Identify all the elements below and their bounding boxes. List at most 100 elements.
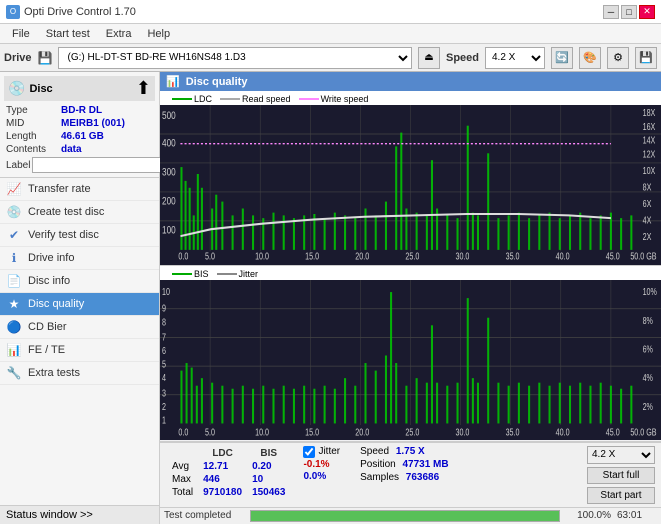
svg-text:30.0: 30.0 bbox=[455, 251, 469, 262]
svg-text:12X: 12X bbox=[643, 149, 656, 160]
sidebar-item-cd-bier[interactable]: 🔵 CD Bier bbox=[0, 316, 159, 339]
maximize-button[interactable]: □ bbox=[621, 5, 637, 19]
drive-icon: 💾 bbox=[38, 51, 53, 65]
svg-text:100: 100 bbox=[162, 225, 176, 237]
sidebar-item-label: Disc quality bbox=[28, 298, 84, 310]
chart-header-icon: 📊 bbox=[166, 75, 180, 88]
svg-text:40.0: 40.0 bbox=[556, 427, 570, 439]
menu-extra[interactable]: Extra bbox=[98, 27, 140, 41]
sidebar-item-label: FE / TE bbox=[28, 344, 65, 356]
samples-val: 763686 bbox=[406, 472, 439, 483]
sidebar-item-drive-info[interactable]: ℹ Drive info bbox=[0, 247, 159, 270]
svg-text:300: 300 bbox=[162, 167, 176, 179]
chart-header: 📊 Disc quality bbox=[160, 72, 661, 91]
svg-text:25.0: 25.0 bbox=[405, 427, 419, 439]
progress-percent: 100.0% bbox=[566, 510, 611, 521]
legend-ldc-label: LDC bbox=[194, 94, 212, 104]
row-label-max: Max bbox=[168, 474, 197, 485]
sidebar-item-label: Drive info bbox=[28, 252, 74, 264]
close-button[interactable]: ✕ bbox=[639, 5, 655, 19]
speed-select[interactable]: 4.2 X bbox=[485, 47, 545, 69]
status-window-button[interactable]: Status window >> bbox=[0, 505, 159, 524]
color-button[interactable]: 🎨 bbox=[579, 47, 601, 69]
legend-jitter: Jitter bbox=[217, 269, 259, 279]
svg-text:400: 400 bbox=[162, 138, 176, 150]
create-test-disc-icon: 💿 bbox=[6, 205, 22, 219]
settings-button[interactable]: ⚙ bbox=[607, 47, 629, 69]
max-bis: 10 bbox=[248, 474, 289, 485]
sidebar-item-label: Transfer rate bbox=[28, 183, 91, 195]
svg-text:500: 500 bbox=[162, 110, 176, 122]
progress-bar-container: Test completed 100.0% 63:01 bbox=[160, 507, 661, 524]
read-speed-color bbox=[220, 98, 240, 100]
svg-text:45.0: 45.0 bbox=[606, 251, 620, 262]
disc-expand-icon[interactable]: ⬆ bbox=[136, 78, 151, 99]
sidebar-item-extra-tests[interactable]: 🔧 Extra tests bbox=[0, 362, 159, 385]
ldc-color bbox=[172, 98, 192, 100]
svg-text:15.0: 15.0 bbox=[305, 427, 319, 439]
minimize-button[interactable]: ─ bbox=[603, 5, 619, 19]
label-key: Label bbox=[6, 160, 30, 171]
menu-help[interactable]: Help bbox=[139, 27, 178, 41]
label-input[interactable] bbox=[32, 157, 170, 173]
sidebar-item-verify-test-disc[interactable]: ✔ Verify test disc bbox=[0, 224, 159, 247]
refresh-button[interactable]: 🔄 bbox=[551, 47, 573, 69]
titlebar: O Opti Drive Control 1.70 ─ □ ✕ bbox=[0, 0, 661, 24]
row-label-total: Total bbox=[168, 487, 197, 498]
svg-text:35.0: 35.0 bbox=[506, 427, 520, 439]
menu-file[interactable]: File bbox=[4, 27, 38, 41]
bis-color bbox=[172, 273, 192, 275]
svg-text:5.0: 5.0 bbox=[205, 251, 215, 262]
sidebar-item-fe-te[interactable]: 📊 FE / TE bbox=[0, 339, 159, 362]
speed-pos-section: Speed 1.75 X Position 47731 MB Samples 7… bbox=[360, 446, 449, 483]
sidebar-item-label: Extra tests bbox=[28, 367, 80, 379]
verify-test-disc-icon: ✔ bbox=[6, 228, 22, 242]
svg-text:8%: 8% bbox=[643, 315, 653, 327]
legend-read-speed-label: Read speed bbox=[242, 94, 291, 104]
length-val: 46.61 GB bbox=[61, 131, 104, 142]
window-controls: ─ □ ✕ bbox=[603, 5, 655, 19]
mid-val: MEIRB1 (001) bbox=[61, 118, 125, 129]
svg-text:50.0 GB: 50.0 GB bbox=[630, 251, 657, 262]
jitter-checkbox[interactable] bbox=[303, 446, 315, 458]
jitter-avg-row: -0.1% bbox=[303, 459, 340, 470]
drive-select[interactable]: (G:) HL-DT-ST BD-RE WH16NS48 1.D3 bbox=[58, 47, 412, 69]
max-ldc: 446 bbox=[199, 474, 246, 485]
start-full-button[interactable]: Start full bbox=[587, 467, 655, 484]
sidebar-item-disc-quality[interactable]: ★ Disc quality bbox=[0, 293, 159, 316]
stats-row-total: Total 9710180 150463 bbox=[168, 487, 289, 498]
fe-te-icon: 📊 bbox=[6, 343, 22, 357]
sidebar-item-transfer-rate[interactable]: 📈 Transfer rate bbox=[0, 178, 159, 201]
sidebar-item-label: Create test disc bbox=[28, 206, 104, 218]
stats-bar: LDC BIS Avg 12.71 0.20 Max 446 10 Tota bbox=[160, 442, 661, 507]
menu-start-test[interactable]: Start test bbox=[38, 27, 98, 41]
start-part-button[interactable]: Start part bbox=[587, 487, 655, 504]
svg-text:4: 4 bbox=[162, 372, 166, 384]
svg-text:20.0: 20.0 bbox=[355, 251, 369, 262]
disc-info-icon: 📄 bbox=[6, 274, 22, 288]
col-header-empty bbox=[168, 448, 197, 459]
legend-read-speed: Read speed bbox=[220, 94, 291, 104]
sidebar-item-label: CD Bier bbox=[28, 321, 67, 333]
chart-speed-select[interactable]: 4.2 X bbox=[587, 446, 655, 464]
sidebar-item-disc-info[interactable]: 📄 Disc info bbox=[0, 270, 159, 293]
svg-text:14X: 14X bbox=[643, 135, 656, 146]
svg-text:18X: 18X bbox=[643, 107, 656, 118]
sidebar-item-create-test-disc[interactable]: 💿 Create test disc bbox=[0, 201, 159, 224]
sidebar-menu: 📈 Transfer rate 💿 Create test disc ✔ Ver… bbox=[0, 178, 159, 505]
disc-row-type: Type BD-R DL bbox=[4, 105, 155, 116]
eject-button[interactable]: ⏏ bbox=[418, 47, 440, 69]
svg-text:200: 200 bbox=[162, 196, 176, 208]
jitter-label: Jitter bbox=[318, 446, 340, 457]
disc-title: Disc bbox=[29, 83, 52, 95]
bottom-chart: BIS Jitter bbox=[160, 266, 661, 441]
svg-text:15.0: 15.0 bbox=[305, 251, 319, 262]
svg-text:50.0 GB: 50.0 GB bbox=[630, 427, 656, 439]
chart-title: Disc quality bbox=[186, 76, 248, 88]
bottom-chart-legend: BIS Jitter bbox=[166, 268, 264, 280]
position-val: 47731 MB bbox=[402, 459, 448, 470]
svg-text:6%: 6% bbox=[643, 344, 653, 356]
save-button[interactable]: 💾 bbox=[635, 47, 657, 69]
svg-text:10.0: 10.0 bbox=[255, 251, 269, 262]
col-header-bis: BIS bbox=[248, 448, 289, 459]
